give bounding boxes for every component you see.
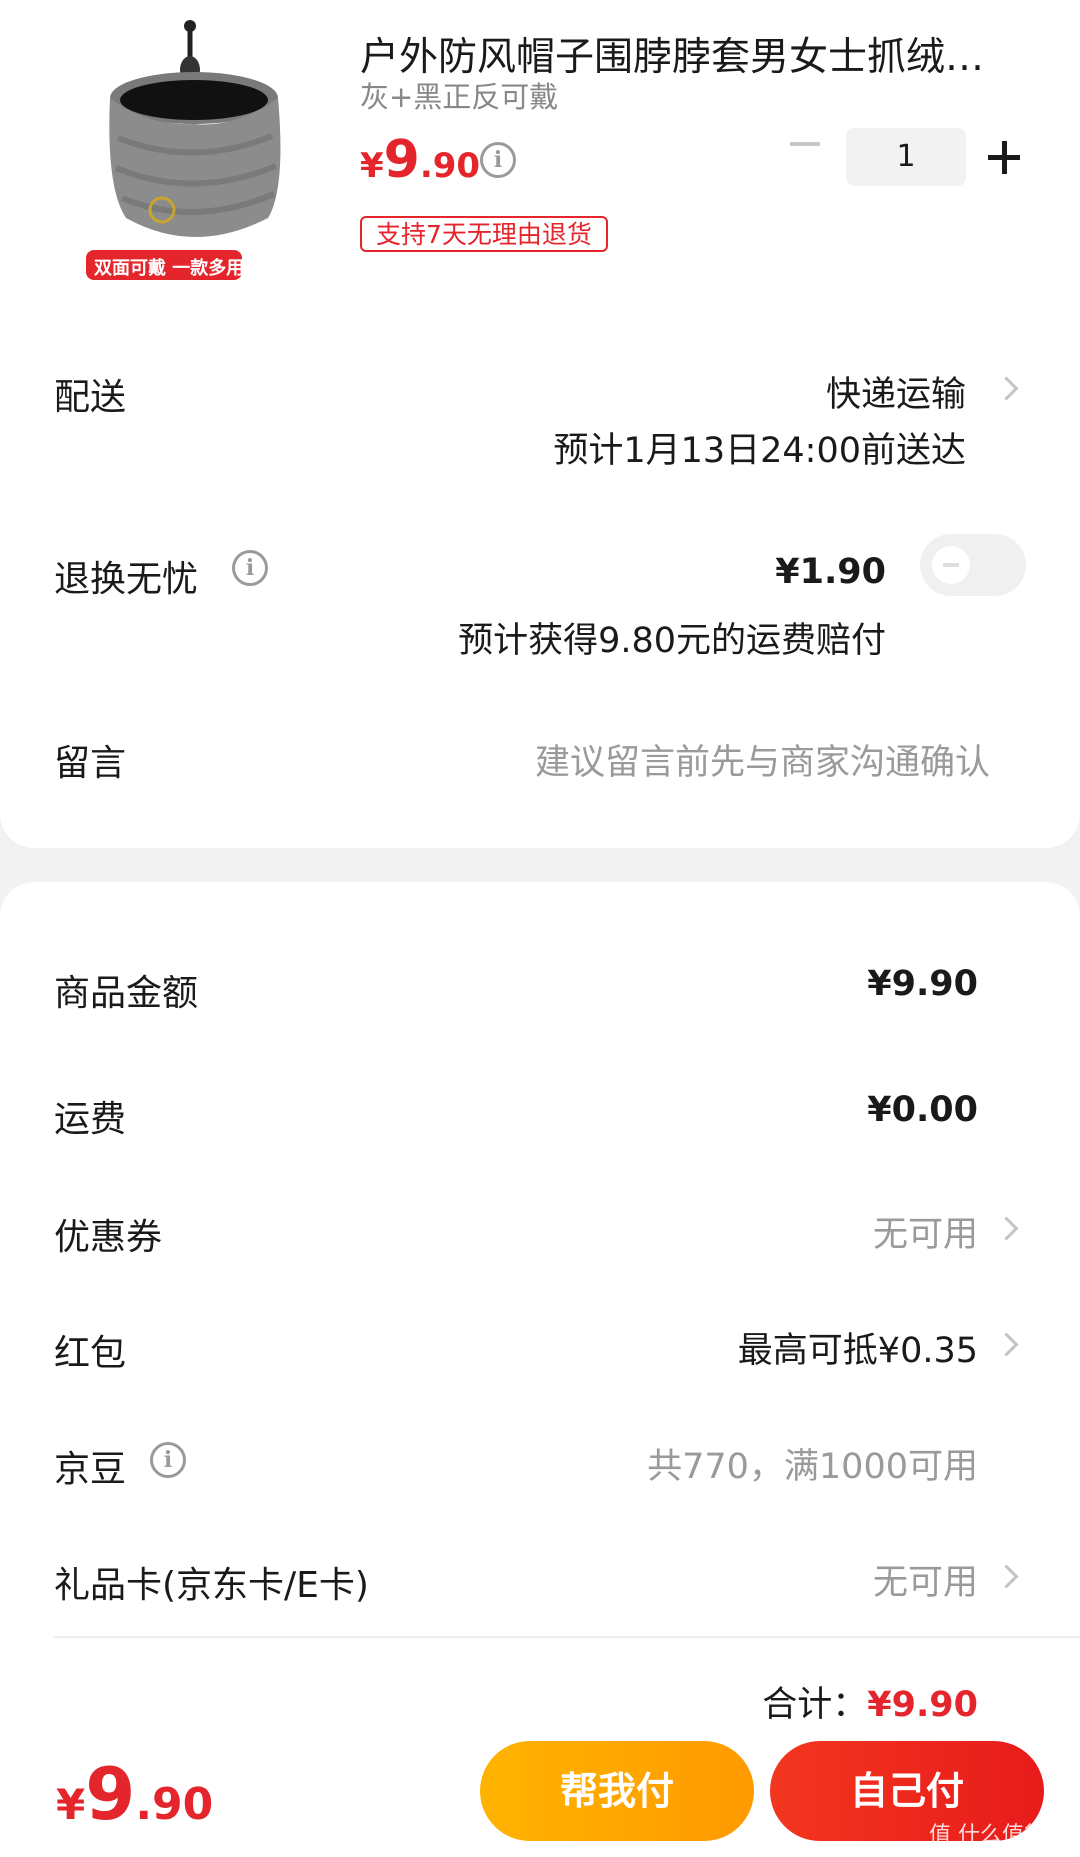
giftcard-value[interactable]: 无可用: [873, 1554, 978, 1605]
shipping-value: ¥0.00: [867, 1090, 978, 1130]
product-image-caption: 双面可戴 一款多用: [94, 258, 245, 279]
shipping-label: 运费: [54, 1099, 127, 1140]
price-info-icon[interactable]: i: [480, 142, 516, 178]
return-insurance-label: 退换无忧: [54, 559, 199, 600]
chevron-right-icon[interactable]: [994, 376, 1019, 401]
redpacket-label: 红包: [54, 1333, 127, 1374]
coupon-label: 优惠券: [54, 1217, 163, 1258]
goods-amount-value: ¥9.90: [867, 964, 978, 1004]
redpacket-value[interactable]: 最高可抵¥0.35: [738, 1322, 978, 1373]
delivery-method[interactable]: 快递运输: [826, 366, 966, 417]
jingdou-label: 京豆: [54, 1449, 127, 1490]
self-pay-label: 自己付: [849, 1769, 964, 1813]
return-insurance-note: 预计获得9.80元的运费赔付: [458, 621, 886, 661]
info-icon[interactable]: i: [232, 550, 268, 586]
bottom-bar: ¥9.90 帮我付 自己付 值 什么值得买: [0, 1724, 1080, 1857]
total-row: 合计：¥9.90: [762, 1676, 978, 1727]
price-decimal: .90: [419, 146, 481, 186]
delivery-eta: 预计1月13日24:00前送达: [553, 431, 966, 471]
divider: [54, 1636, 1080, 1638]
return-policy-tag: 支持7天无理由退货: [360, 216, 608, 252]
help-pay-button[interactable]: 帮我付: [480, 1741, 754, 1841]
price-decimal: .90: [135, 1779, 214, 1830]
return-insurance-toggle[interactable]: [920, 534, 1026, 596]
price-integer: 9: [85, 1752, 136, 1836]
plus-icon[interactable]: [1001, 141, 1007, 174]
info-icon[interactable]: i: [150, 1442, 186, 1478]
jingdou-value: 共770，满1000可用: [647, 1447, 978, 1487]
order-top-card: 双面可戴 一款多用 户外防风帽子围脖脖套男女士抓绒保… 灰+黑正反可戴 ¥9.9…: [0, 0, 1080, 848]
quantity-input[interactable]: 1: [846, 128, 966, 186]
goods-amount-label: 商品金额: [54, 973, 199, 1014]
toggle-knob: [932, 546, 970, 584]
price-currency: ¥: [360, 146, 384, 186]
price-currency: ¥: [56, 1780, 86, 1829]
product-thumbnail[interactable]: 双面可戴 一款多用: [86, 18, 286, 288]
quantity-decrease-button[interactable]: [790, 142, 820, 146]
return-insurance-price: ¥1.90: [775, 552, 886, 592]
giftcard-label: 礼品卡(京东卡/E卡): [54, 1565, 369, 1606]
coupon-value[interactable]: 无可用: [873, 1206, 978, 1257]
message-input[interactable]: 建议留言前先与商家沟通确认: [535, 734, 990, 785]
total-value: ¥9.90: [867, 1685, 978, 1725]
product-variant[interactable]: 灰+黑正反可戴: [360, 74, 558, 116]
product-price: ¥9.90: [360, 130, 480, 190]
bottom-total-price: ¥9.90: [56, 1752, 213, 1836]
price-integer: 9: [383, 130, 420, 190]
delivery-label: 配送: [54, 377, 127, 418]
watermark-logo: 值 什么值得买: [929, 1823, 1068, 1848]
total-label: 合计：: [762, 1685, 868, 1725]
message-label: 留言: [54, 743, 127, 784]
